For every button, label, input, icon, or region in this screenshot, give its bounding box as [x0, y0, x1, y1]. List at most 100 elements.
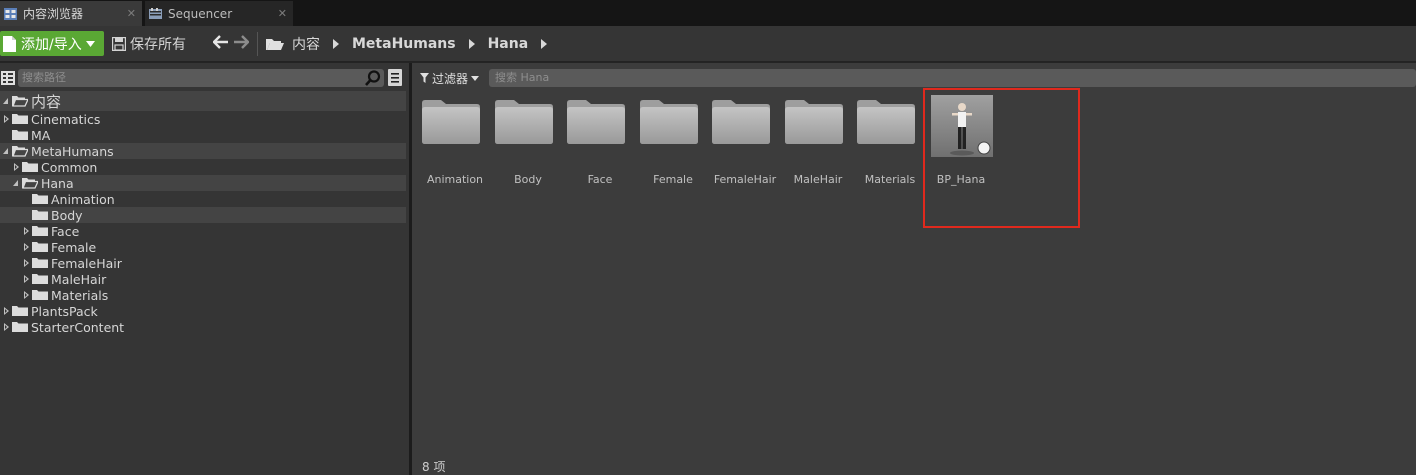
- sequencer-icon: [149, 7, 162, 19]
- tab-sequencer[interactable]: Sequencer ✕: [145, 1, 293, 26]
- tree-item-label: MetaHumans: [31, 143, 114, 159]
- tree-item[interactable]: Animation: [0, 191, 406, 207]
- folder-icon: [640, 100, 698, 144]
- sources-toggle-icon[interactable]: [1, 71, 15, 85]
- collapsed-arrow-icon[interactable]: [22, 290, 32, 300]
- forward-arrow-icon[interactable]: [233, 35, 249, 49]
- filter-icon: [420, 73, 429, 83]
- folder-open-icon: [12, 146, 28, 157]
- folder-icon: [785, 100, 843, 144]
- folder-icon: [857, 100, 915, 144]
- collapsed-arrow-icon[interactable]: [22, 258, 32, 268]
- tab-label: Sequencer: [168, 6, 233, 21]
- filter-bar: 过滤器 搜索 Hana: [412, 67, 1416, 89]
- folder-icon: [12, 114, 28, 124]
- save-all-label: 保存所有: [130, 36, 186, 53]
- folder-open-icon: [22, 178, 38, 189]
- toolbar-separator: [257, 32, 258, 56]
- close-icon[interactable]: ✕: [127, 7, 136, 20]
- path-search-bar: 搜索路径: [0, 67, 406, 89]
- expanded-arrow-icon[interactable]: [2, 146, 12, 156]
- tree-item[interactable]: MetaHumans: [0, 143, 406, 159]
- folder-icon: [422, 100, 480, 144]
- breadcrumb-arrow-icon[interactable]: [333, 38, 339, 49]
- collapsed-arrow-icon[interactable]: [2, 306, 12, 316]
- tree-item-label: StarterContent: [31, 319, 125, 335]
- tree-item[interactable]: MA: [0, 127, 406, 143]
- tree-item[interactable]: Body: [0, 207, 406, 223]
- asset-view-panel: 过滤器 搜索 Hana Animation Body Face Female Femal…: [412, 63, 1416, 475]
- tree-item-label: Common: [41, 159, 98, 175]
- folder-icon: [567, 100, 625, 144]
- folder-icon: [32, 258, 48, 268]
- folder-open-icon: [12, 96, 28, 107]
- tab-bar: 内容浏览器 ✕ Sequencer ✕: [0, 0, 1416, 26]
- tree-item[interactable]: Materials: [0, 287, 406, 303]
- folder-icon: [32, 242, 48, 252]
- view-options-button[interactable]: [388, 69, 402, 86]
- collapsed-arrow-icon[interactable]: [22, 226, 32, 236]
- breadcrumb-arrow-icon[interactable]: [468, 38, 475, 49]
- selection-highlight: [923, 88, 1080, 228]
- tree-item[interactable]: Female: [0, 239, 406, 255]
- collapsed-arrow-icon[interactable]: [22, 242, 32, 252]
- list-icon: [391, 73, 399, 83]
- tree-item-label: Body: [51, 207, 83, 223]
- folder-icon: [712, 100, 770, 144]
- add-import-label: 添加/导入: [21, 36, 82, 53]
- tree-item-label: Materials: [51, 287, 109, 303]
- tree-item-label: Face: [51, 223, 80, 239]
- collapsed-arrow-icon[interactable]: [22, 274, 32, 284]
- tree-item-label: PlantsPack: [31, 303, 98, 319]
- tree-item[interactable]: MaleHair: [0, 271, 406, 287]
- expanded-arrow-icon[interactable]: [2, 96, 12, 106]
- tree-item-label: 内容: [31, 92, 62, 111]
- content-browser-icon: [4, 7, 17, 20]
- item-count: 8 项: [422, 460, 446, 474]
- search-icon: [365, 70, 381, 86]
- path-search-input[interactable]: 搜索路径: [18, 69, 384, 87]
- filters-button[interactable]: 过滤器: [420, 69, 480, 87]
- folder-icon: [32, 210, 48, 220]
- tree-item-label: Animation: [51, 191, 115, 207]
- tree-item[interactable]: Hana: [0, 175, 406, 191]
- tree-item-label: MA: [31, 127, 51, 143]
- back-arrow-icon[interactable]: [213, 35, 229, 49]
- chevron-down-icon: [85, 40, 95, 47]
- folder-icon: [32, 226, 48, 236]
- tree-item[interactable]: Face: [0, 223, 406, 239]
- close-icon[interactable]: ✕: [278, 7, 287, 20]
- breadcrumb-item[interactable]: MetaHumans: [352, 36, 456, 52]
- tab-label: 内容浏览器: [23, 7, 84, 21]
- add-import-button[interactable]: 添加/导入: [0, 31, 104, 56]
- collapsed-arrow-icon[interactable]: [2, 322, 12, 332]
- save-all-button[interactable]: 保存所有: [112, 31, 186, 56]
- toolbar: 添加/导入 保存所有 内容 MetaHumans Hana: [0, 26, 1416, 62]
- breadcrumb-arrow-icon[interactable]: [541, 38, 548, 49]
- breadcrumb-item[interactable]: Hana: [488, 36, 529, 52]
- path-tree-panel: 搜索路径 内容 Cinematics MA MetaHumans Common Hana A…: [0, 63, 409, 475]
- tree-item[interactable]: StarterContent: [0, 319, 406, 335]
- expanded-arrow-icon[interactable]: [12, 178, 22, 188]
- tree-item-label: MaleHair: [51, 271, 107, 287]
- collapsed-arrow-icon[interactable]: [12, 162, 22, 172]
- tab-content-browser[interactable]: 内容浏览器 ✕: [0, 1, 142, 26]
- tree-item[interactable]: Cinematics: [0, 111, 406, 127]
- folder-icon: [12, 130, 28, 140]
- tree-item[interactable]: PlantsPack: [0, 303, 406, 319]
- new-document-icon: [3, 35, 16, 52]
- tree-item-label: FemaleHair: [51, 255, 122, 271]
- breadcrumb-item[interactable]: 内容: [292, 34, 320, 54]
- folder-open-icon[interactable]: [266, 37, 284, 51]
- collapsed-arrow-icon[interactable]: [2, 114, 12, 124]
- save-icon: [112, 36, 126, 51]
- asset-search-input[interactable]: 搜索 Hana: [489, 69, 1416, 87]
- history-nav: [213, 35, 249, 49]
- tree-item[interactable]: Common: [0, 159, 406, 175]
- breadcrumb: 内容 MetaHumans Hana: [266, 31, 560, 56]
- tree-item[interactable]: FemaleHair: [0, 255, 406, 271]
- tree-item[interactable]: 内容: [0, 91, 406, 111]
